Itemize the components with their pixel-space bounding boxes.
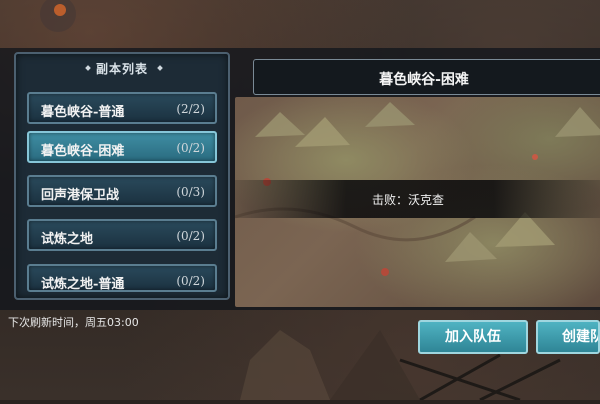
- dungeon-list-item[interactable]: 回声港保卫战 (0/3): [27, 175, 217, 207]
- join-team-button[interactable]: 加入队伍: [418, 320, 528, 354]
- dungeon-name: 试炼之地: [41, 232, 94, 247]
- dungeon-detail-title-bar: 暮色峡谷-困难: [253, 59, 600, 95]
- dungeon-name: 回声港保卫战: [41, 188, 120, 203]
- dungeon-list-item[interactable]: 暮色峡谷-普通 (2/2): [27, 92, 217, 124]
- dungeon-count: (0/2): [176, 274, 205, 288]
- dungeon-list-item[interactable]: 试炼之地-普通 (0/2): [27, 264, 217, 292]
- dungeon-list-panel: 副本列表 暮色峡谷-普通 (2/2) 暮色峡谷-困难 (0/2) 回声港保卫战 …: [14, 52, 230, 300]
- dungeon-list-item-selected[interactable]: 暮色峡谷-困难 (0/2): [27, 131, 217, 163]
- dungeon-detail-title: 暮色峡谷-困难: [379, 72, 469, 88]
- dungeon-count: (2/2): [176, 102, 205, 116]
- refresh-time-text: 下次刷新时间，周五03:00: [8, 316, 139, 329]
- dungeon-name: 试炼之地-普通: [41, 277, 125, 292]
- defeat-target-banner: 击败：沃克查: [235, 180, 600, 218]
- dungeon-count: (0/2): [176, 141, 205, 155]
- dungeon-count: (0/2): [176, 229, 205, 243]
- dungeon-name: 暮色峡谷-普通: [41, 105, 125, 120]
- dungeon-count: (0/3): [176, 185, 205, 199]
- defeat-target-text: 击败：沃克查: [371, 193, 444, 207]
- create-team-button[interactable]: 创建队: [536, 320, 600, 354]
- dungeon-name: 暮色峡谷-困难: [41, 144, 125, 159]
- dungeon-list-title: 副本列表: [95, 62, 148, 76]
- dungeon-list-item[interactable]: 试炼之地 (0/2): [27, 219, 217, 251]
